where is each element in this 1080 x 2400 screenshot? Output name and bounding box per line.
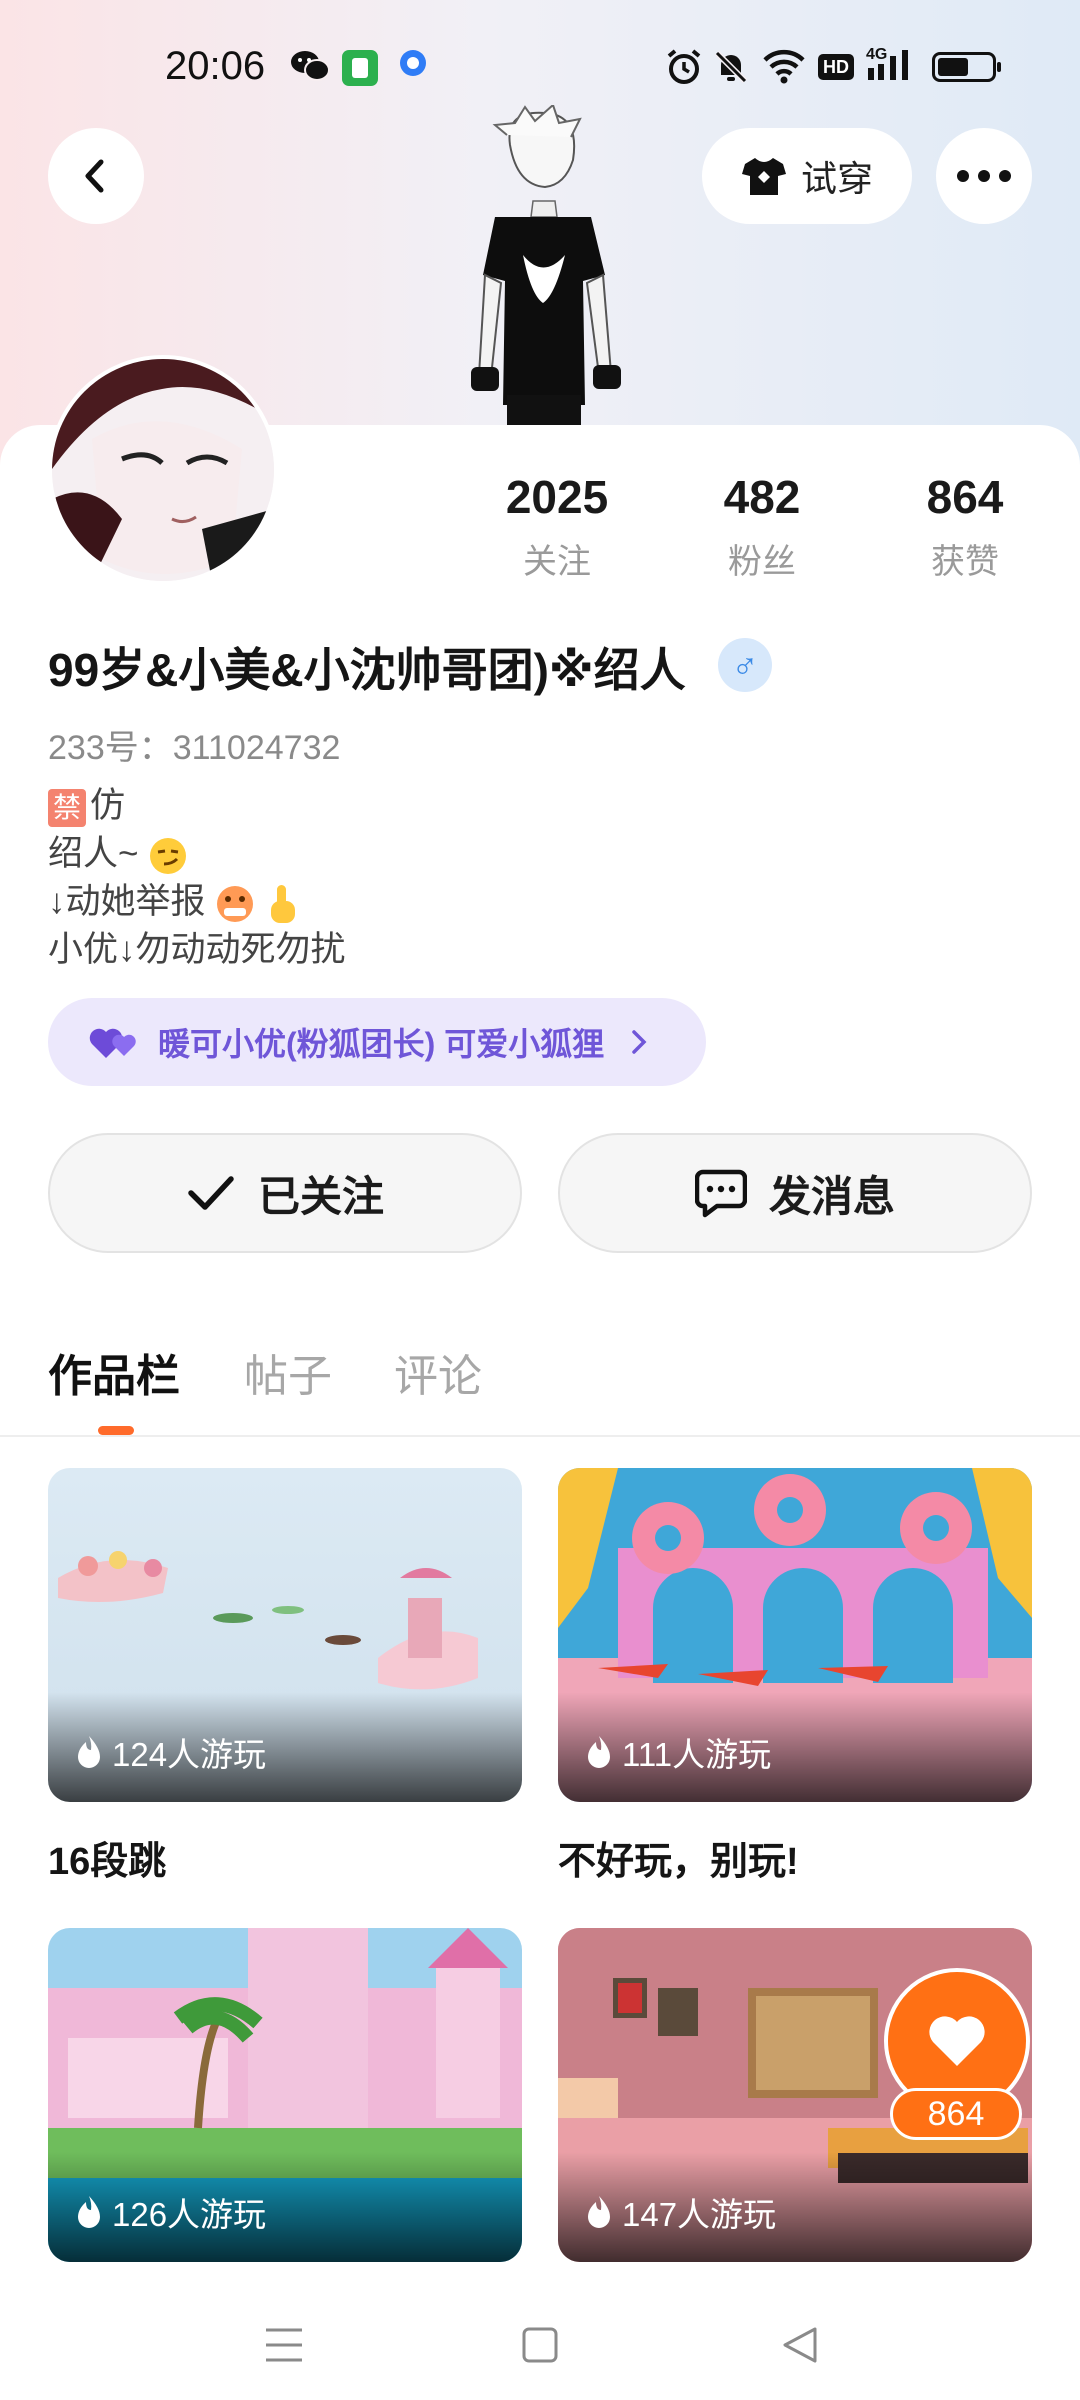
male-gender-icon: ♂ bbox=[718, 638, 772, 692]
like-floating-button[interactable]: 864 bbox=[884, 1968, 1032, 2148]
nav-back-button[interactable] bbox=[770, 2320, 830, 2370]
tab-works[interactable]: 作品栏 bbox=[48, 1340, 180, 1404]
bio-line-4-text: 小优↓勿动动死勿扰 bbox=[48, 930, 346, 969]
network-label: 4G bbox=[866, 46, 888, 63]
avatar-image bbox=[52, 359, 274, 581]
play-count-text: 124人游玩 bbox=[112, 1736, 267, 1773]
square-icon bbox=[522, 2327, 558, 2363]
profile-name: 99岁&小美&小沈帅哥团)※绍人 bbox=[48, 644, 686, 696]
battery-icon bbox=[932, 52, 1001, 82]
play-count: 126人游玩 bbox=[74, 2188, 266, 2236]
work-card[interactable]: 124人游玩 16段跳 bbox=[48, 1468, 522, 1885]
work-title: 16段跳 bbox=[48, 1841, 167, 1883]
active-tab-indicator bbox=[98, 1426, 134, 1435]
status-time: 20:06 bbox=[165, 44, 266, 88]
more-horizontal-icon bbox=[957, 170, 1011, 182]
hd-label: HD bbox=[823, 57, 849, 77]
pointing-up-emoji-icon bbox=[270, 884, 295, 923]
double-heart-icon bbox=[89, 1028, 136, 1058]
triangle-back-icon bbox=[783, 2327, 817, 2363]
qq-browser-icon bbox=[400, 50, 426, 76]
nav-home-button[interactable] bbox=[510, 2320, 570, 2370]
followed-label: 已关注 bbox=[257, 1172, 384, 1220]
back-button[interactable] bbox=[48, 128, 144, 224]
flame-icon bbox=[588, 2196, 610, 2228]
content-tabs: 作品栏 帖子 评论 bbox=[0, 1310, 1080, 1437]
send-message-label: 发消息 bbox=[768, 1172, 895, 1220]
followed-button[interactable]: 已关注 bbox=[48, 1133, 522, 1253]
work-thumbnail: 126人游玩 bbox=[48, 1928, 522, 2262]
flame-icon bbox=[78, 2196, 100, 2228]
tshirt-icon bbox=[741, 158, 786, 195]
wechat-icon bbox=[291, 51, 330, 81]
relation-badge[interactable]: 暖可小优(粉狐团长) 可爱小狐狸 bbox=[48, 998, 706, 1086]
send-message-button[interactable]: 发消息 bbox=[558, 1133, 1032, 1253]
work-thumbnail: 111人游玩 bbox=[558, 1468, 1032, 1802]
mute-icon bbox=[714, 50, 748, 84]
likes-count: 864 bbox=[926, 471, 1004, 523]
stat-followers[interactable]: 482 粉丝 bbox=[677, 470, 847, 583]
stat-following[interactable]: 2025 关注 bbox=[472, 470, 642, 583]
play-count-text: 111人游玩 bbox=[622, 1736, 772, 1773]
check-icon bbox=[188, 1176, 234, 1210]
followers-count: 482 bbox=[723, 471, 801, 523]
chat-bubble-icon bbox=[694, 1169, 747, 1218]
play-count: 124人游玩 bbox=[74, 1728, 266, 1776]
zipper-mouth-emoji-icon bbox=[217, 885, 254, 922]
signal-4g-icon: 4G bbox=[866, 46, 922, 82]
work-card[interactable]: 111人游玩 不好玩，别玩! bbox=[558, 1468, 1032, 1885]
relation-text: 暖可小优(粉狐团长) 可爱小狐狸 bbox=[158, 1026, 605, 1062]
bio-line-1: 禁仿 bbox=[48, 782, 346, 830]
work-title: 不好玩，别玩! bbox=[558, 1841, 799, 1883]
followers-label: 粉丝 bbox=[728, 543, 796, 581]
play-count: 111人游玩 bbox=[584, 1728, 771, 1776]
bio-line-4: 小优↓勿动动死勿扰 bbox=[48, 926, 346, 974]
status-bar: 20:06 HD 4G bbox=[0, 0, 1080, 120]
profile-bio: 禁仿 绍人~ ↓动她举报 小优↓勿动动死勿扰 bbox=[48, 782, 346, 974]
bio-line-2: 绍人~ bbox=[48, 830, 346, 878]
app-icon bbox=[342, 50, 378, 86]
work-card[interactable]: 126人游玩 bbox=[48, 1928, 522, 2262]
flame-icon bbox=[588, 1736, 610, 1768]
chevron-right-icon bbox=[632, 1030, 647, 1054]
likes-label: 获赞 bbox=[931, 543, 999, 581]
following-label: 关注 bbox=[523, 543, 591, 581]
bio-line-3-text: ↓动她举报 bbox=[48, 882, 206, 921]
play-count-text: 126人游玩 bbox=[112, 2196, 267, 2233]
bio-line-3: ↓动她举报 bbox=[48, 878, 346, 926]
avatar-character-image bbox=[471, 105, 621, 430]
more-button[interactable] bbox=[936, 128, 1032, 224]
flame-icon bbox=[78, 1736, 100, 1768]
profile-avatar[interactable] bbox=[48, 355, 278, 585]
menu-icon bbox=[266, 2328, 302, 2362]
alarm-icon bbox=[667, 49, 701, 84]
bio-line-1-text: 仿 bbox=[90, 786, 126, 825]
hd-icon: HD bbox=[818, 54, 854, 80]
wifi-icon bbox=[763, 49, 805, 84]
following-count: 2025 bbox=[505, 471, 609, 523]
stat-likes[interactable]: 864 获赞 bbox=[880, 470, 1050, 583]
play-count: 147人游玩 bbox=[584, 2188, 776, 2236]
gender-symbol: ♂ bbox=[731, 644, 759, 685]
heart-icon bbox=[929, 2016, 985, 2066]
bio-line-2-text: 绍人~ bbox=[48, 834, 139, 873]
try-on-button[interactable]: 试穿 bbox=[702, 128, 912, 224]
system-navigation-bar bbox=[0, 2290, 1080, 2400]
tab-comments[interactable]: 评论 bbox=[394, 1340, 482, 1404]
try-on-label: 试穿 bbox=[800, 158, 873, 199]
tab-posts[interactable]: 帖子 bbox=[244, 1340, 332, 1404]
play-count-text: 147人游玩 bbox=[622, 2196, 777, 2233]
chevron-left-icon bbox=[85, 159, 104, 193]
ban-tag: 禁 bbox=[48, 788, 87, 827]
nav-menu-button[interactable] bbox=[254, 2320, 314, 2370]
smirk-emoji-icon bbox=[150, 837, 187, 874]
profile-uid[interactable]: 233号：311024732 bbox=[48, 720, 340, 769]
like-count: 864 bbox=[890, 2088, 1022, 2140]
work-thumbnail: 124人游玩 bbox=[48, 1468, 522, 1802]
